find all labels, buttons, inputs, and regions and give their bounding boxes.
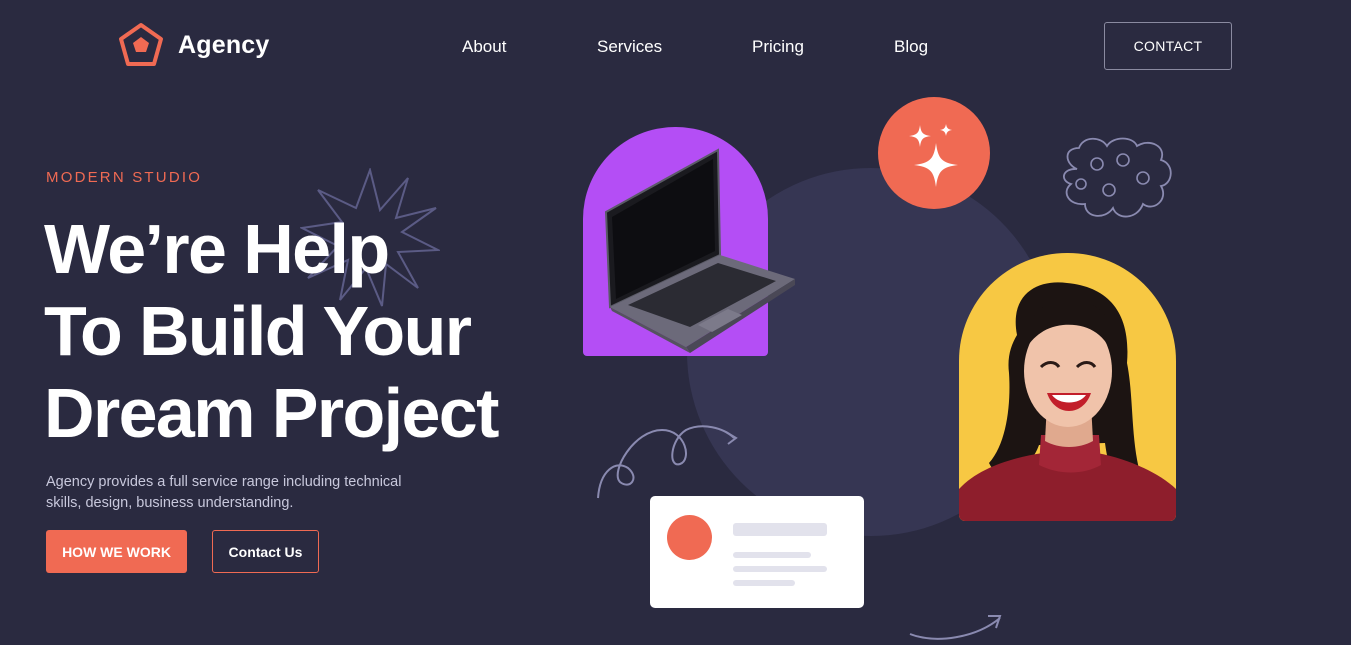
placeholder-text-bar xyxy=(733,580,795,586)
avatar xyxy=(667,515,712,560)
nav-services[interactable]: Services xyxy=(597,37,662,57)
brand-name: Agency xyxy=(178,30,270,59)
nav-about[interactable]: About xyxy=(462,37,506,57)
how-we-work-button[interactable]: HOW WE WORK xyxy=(46,530,187,573)
hero-description-line-2: skills, design, business understanding. xyxy=(46,495,294,511)
hero-title-line-2: To Build Your xyxy=(44,292,472,370)
cloud-doodle xyxy=(1063,137,1172,218)
hero-description: Agency provides a full service range inc… xyxy=(46,472,446,514)
sparkle-icon xyxy=(909,124,958,187)
pentagon-logo-icon xyxy=(119,23,163,66)
sparkle-badge xyxy=(878,97,990,209)
squiggle-doodle xyxy=(597,425,738,499)
hero-title-line-1: We’re Help xyxy=(44,210,390,288)
laptop-card xyxy=(583,127,795,356)
contact-us-button[interactable]: Contact Us xyxy=(212,530,319,573)
contact-button[interactable]: CONTACT xyxy=(1104,22,1232,70)
nav-pricing[interactable]: Pricing xyxy=(752,37,804,57)
hero-eyebrow: MODERN STUDIO xyxy=(46,169,203,186)
hero-description-line-1: Agency provides a full service range inc… xyxy=(46,474,402,490)
brand-logo[interactable]: Agency xyxy=(118,22,270,68)
portrait-card xyxy=(959,253,1176,521)
arrow-doodle xyxy=(909,615,1002,640)
placeholder-text-bar xyxy=(733,552,811,558)
hero-title-line-3: Dream Project xyxy=(44,374,499,452)
placeholder-text-bar xyxy=(733,566,827,572)
nav-blog[interactable]: Blog xyxy=(894,37,928,57)
profile-placeholder-card xyxy=(650,496,864,608)
placeholder-title-bar xyxy=(733,523,827,536)
woman-portrait xyxy=(959,282,1176,521)
laptop-illustration xyxy=(604,148,795,353)
